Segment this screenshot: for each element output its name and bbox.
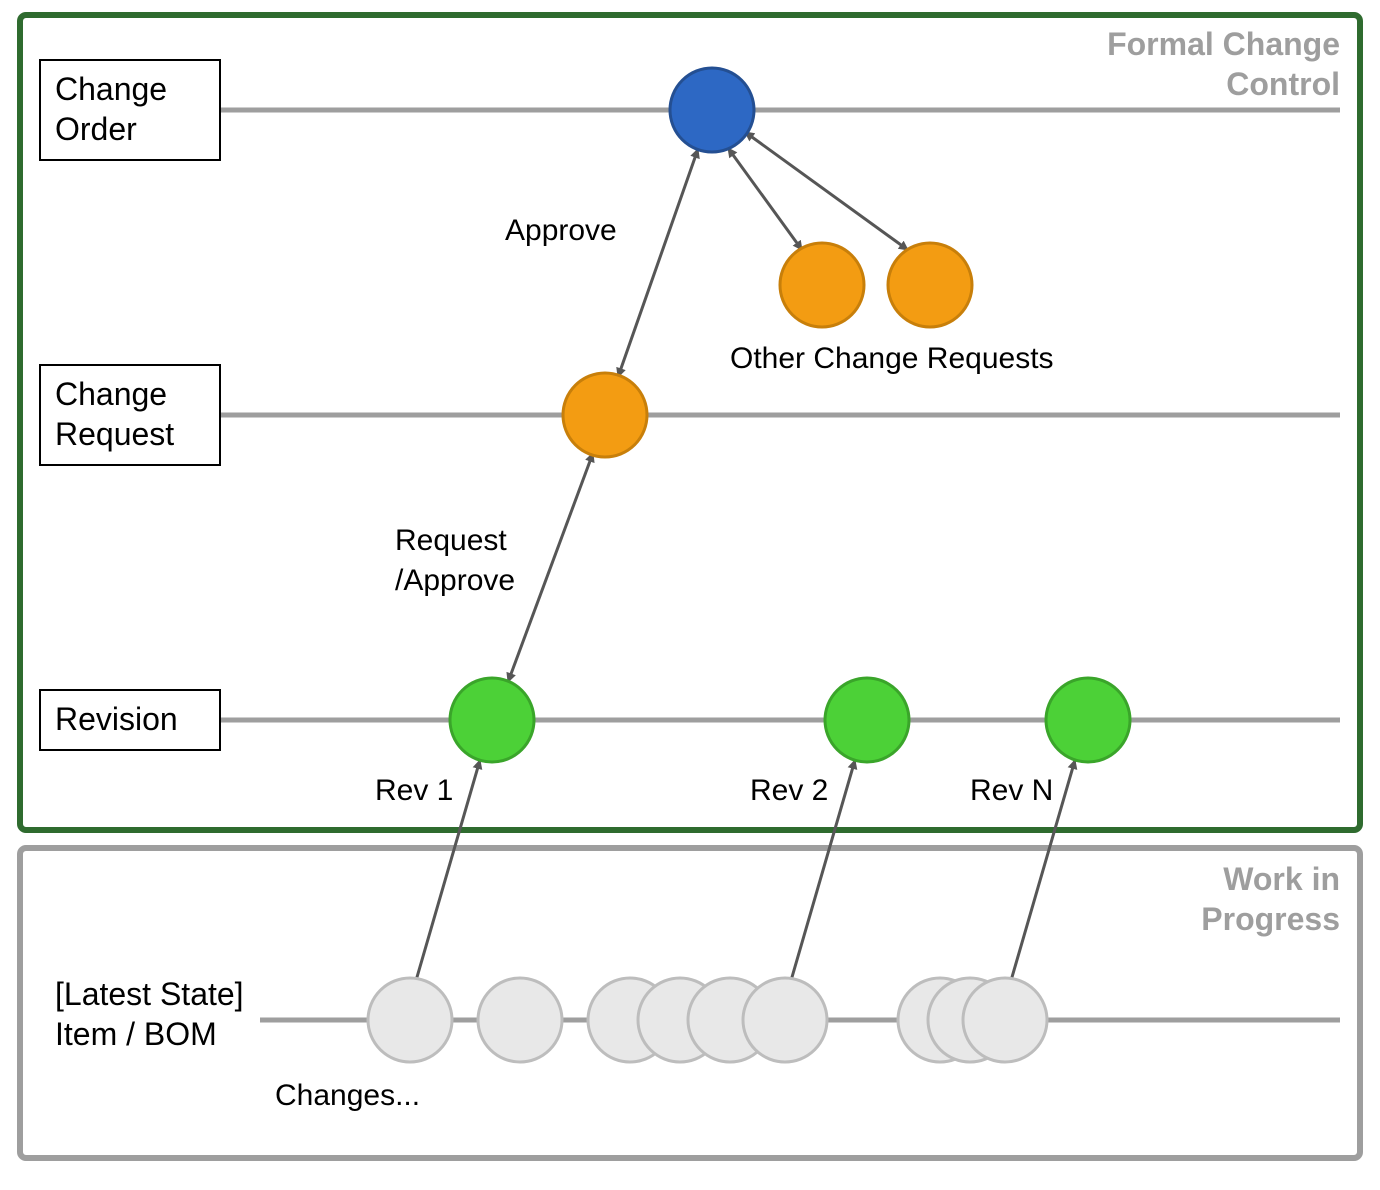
arrow-rev1-to-cr	[508, 453, 593, 682]
lane-label-change-order-2: Order	[55, 111, 137, 147]
label-rev1: Rev 1	[375, 774, 453, 807]
node-wip-9	[963, 978, 1047, 1062]
lane-label-latest-state-2: Item / BOM	[55, 1016, 217, 1052]
label-approve: Approve	[505, 214, 617, 247]
node-revn	[1046, 678, 1130, 762]
arrow-co-to-ocr2	[745, 132, 908, 250]
node-other-change-request-1	[780, 243, 864, 327]
arrow-cr-to-co	[618, 149, 698, 377]
wip-box-title-2: Progress	[1201, 901, 1340, 937]
arrow-co-to-ocr1	[728, 148, 802, 250]
lane-label-latest-state-1: [Latest State]	[55, 976, 244, 1012]
node-wip-2	[478, 978, 562, 1062]
lane-label-change-request-2: Request	[55, 416, 174, 452]
node-rev1	[450, 678, 534, 762]
label-request-approve-1: Request	[395, 524, 507, 557]
node-change-request	[563, 373, 647, 457]
label-other-change-requests: Other Change Requests	[730, 342, 1054, 375]
formal-box-title-2: Control	[1226, 66, 1340, 102]
node-rev2	[825, 678, 909, 762]
node-other-change-request-2	[888, 243, 972, 327]
lane-label-revision: Revision	[55, 701, 178, 737]
label-changes: Changes...	[275, 1079, 420, 1112]
node-change-order	[670, 68, 754, 152]
node-wip-1	[368, 978, 452, 1062]
label-rev2: Rev 2	[750, 774, 828, 807]
lane-label-change-order-1: Change	[55, 71, 167, 107]
formal-box-title-1: Formal Change	[1107, 26, 1340, 62]
wip-box-title-1: Work in	[1223, 861, 1340, 897]
label-revn: Rev N	[970, 774, 1053, 807]
node-wip-6	[743, 978, 827, 1062]
lane-label-change-request-1: Change	[55, 376, 167, 412]
label-request-approve-2: /Approve	[395, 564, 515, 597]
